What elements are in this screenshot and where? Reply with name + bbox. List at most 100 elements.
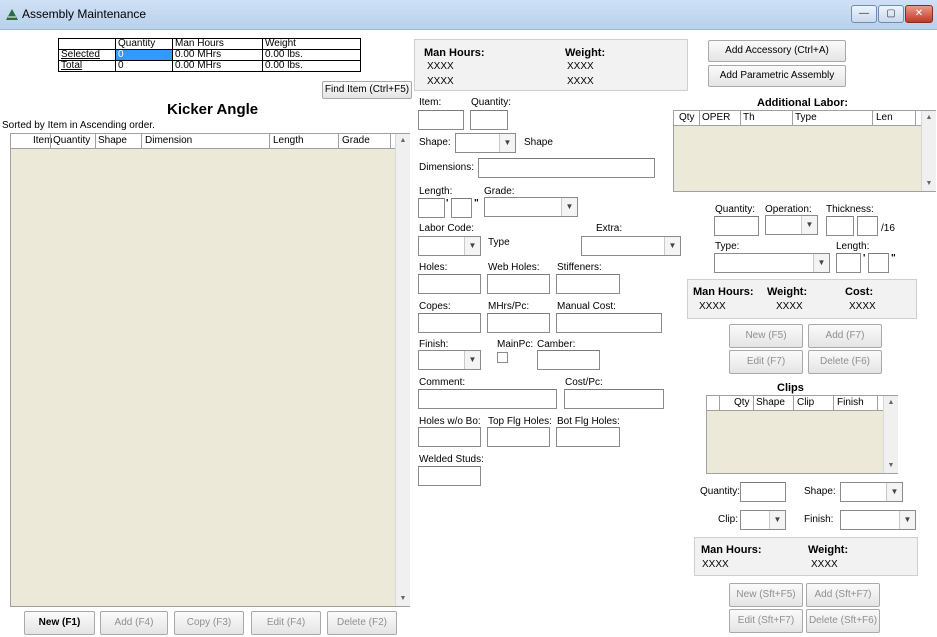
chevron-down-icon: ▼ (801, 216, 817, 234)
labor-length-inches-input[interactable] (868, 253, 889, 273)
extra-select[interactable]: ▼ (581, 236, 681, 256)
camber-input[interactable] (537, 350, 600, 370)
clip-shape-select[interactable]: ▼ (840, 482, 903, 502)
clips-column-clip[interactable]: Clip (797, 397, 814, 408)
cost-pc-input[interactable] (564, 389, 664, 409)
clips-weight-value: XXXX (811, 559, 838, 570)
labor-new-button[interactable]: New (F5) (729, 324, 803, 348)
clip-clip-label: Clip: (718, 514, 739, 525)
grade-select[interactable]: ▼ (484, 197, 578, 217)
labor-type-select[interactable]: ▼ (714, 253, 830, 273)
scroll-down-arrow-icon[interactable]: ▼ (396, 592, 410, 606)
clips-add-button[interactable]: Add (Sft+F7) (806, 583, 880, 607)
copy-item-button[interactable]: Copy (F3) (174, 611, 244, 635)
scroll-up-arrow-icon[interactable]: ▲ (884, 396, 898, 410)
labor-column-oper[interactable]: OPER (702, 112, 730, 123)
column-shape[interactable]: Shape (98, 135, 127, 146)
list-heading: Kicker Angle (167, 101, 259, 118)
labor-weight-label: Weight: (767, 286, 808, 298)
maximize-button[interactable]: ▢ (878, 5, 904, 23)
delete-item-button[interactable]: Delete (F2) (327, 611, 397, 635)
comment-input[interactable] (418, 389, 557, 409)
clip-clip-select[interactable]: ▼ (740, 510, 786, 530)
items-grid-scrollbar[interactable]: ▲ ▼ (395, 134, 410, 606)
add-accessory-button[interactable]: Add Accessory (Ctrl+A) (708, 40, 846, 62)
column-quantity[interactable]: Quantity (53, 135, 90, 146)
chevron-down-icon: ▼ (664, 237, 680, 255)
top-flg-holes-input[interactable] (487, 427, 550, 447)
welded-studs-label: Welded Studs: (419, 454, 484, 465)
quantity-input[interactable] (470, 110, 508, 130)
labor-quantity-label: Quantity: (715, 204, 756, 215)
labor-delete-button[interactable]: Delete (F6) (808, 350, 882, 374)
clips-column-finish[interactable]: Finish (837, 397, 864, 408)
sixteenths-text: /16 (881, 223, 895, 234)
clip-finish-select[interactable]: ▼ (840, 510, 916, 530)
dimensions-label: Dimensions: (419, 162, 475, 173)
scroll-up-arrow-icon[interactable]: ▲ (396, 134, 410, 148)
clips-edit-button[interactable]: Edit (Sft+F7) (729, 609, 803, 633)
stiffeners-input[interactable] (556, 274, 620, 294)
edit-item-button[interactable]: Edit (F4) (251, 611, 321, 635)
dimensions-input[interactable] (478, 158, 655, 178)
shape-select[interactable]: ▼ (455, 133, 516, 153)
mhrs-pc-input[interactable] (487, 313, 550, 333)
holes-input[interactable] (418, 274, 481, 294)
labor-length-feet-input[interactable] (836, 253, 861, 273)
labor-cost-value: XXXX (849, 301, 876, 312)
labor-add-button[interactable]: Add (F7) (808, 324, 882, 348)
labor-code-select[interactable]: ▼ (418, 236, 481, 256)
add-item-button[interactable]: Add (F4) (100, 611, 168, 635)
labor-inch-mark: " (891, 253, 896, 264)
extra-label: Extra: (596, 223, 623, 234)
labor-thickness-input-1[interactable] (826, 216, 854, 236)
camber-label: Camber: (537, 339, 576, 350)
add-parametric-assembly-button[interactable]: Add Parametric Assembly (708, 65, 846, 87)
clips-column-qty[interactable]: Qty (734, 397, 750, 408)
bot-flg-holes-input[interactable] (556, 427, 620, 447)
clips-grid[interactable]: Qty Shape Clip Finish ▲ ▼ (706, 395, 898, 474)
labor-operation-select[interactable]: ▼ (765, 215, 818, 235)
close-button[interactable]: ✕ (905, 5, 933, 23)
scroll-down-arrow-icon[interactable]: ▼ (884, 459, 898, 473)
holes-wo-bo-input[interactable] (418, 427, 481, 447)
column-dimension[interactable]: Dimension (145, 135, 192, 146)
labor-quantity-input[interactable] (714, 216, 759, 236)
copes-input[interactable] (418, 313, 481, 333)
labor-column-len[interactable]: Len (876, 112, 893, 123)
column-grade[interactable]: Grade (342, 135, 370, 146)
labor-column-qty[interactable]: Qty (679, 112, 695, 123)
scroll-up-arrow-icon[interactable]: ▲ (922, 111, 936, 125)
mainpc-checkbox[interactable] (497, 352, 508, 363)
welded-studs-input[interactable] (418, 466, 481, 486)
holes-label: Holes: (419, 262, 448, 273)
labor-column-th[interactable]: Th (743, 112, 755, 123)
clips-delete-button[interactable]: Delete (Sft+F6) (806, 609, 880, 633)
totals-manhours-value-2: XXXX (427, 76, 454, 87)
clip-quantity-input[interactable] (740, 482, 786, 502)
items-grid[interactable]: Item Quantity Shape Dimension Length Gra… (10, 133, 410, 607)
scroll-down-arrow-icon[interactable]: ▼ (922, 177, 936, 191)
additional-labor-heading: Additional Labor: (757, 97, 849, 109)
new-item-button[interactable]: New (F1) (24, 611, 95, 635)
column-length[interactable]: Length (273, 135, 304, 146)
summary-total-quantity: 0 (115, 60, 173, 72)
web-holes-label: Web Holes: (488, 262, 540, 273)
clips-column-shape[interactable]: Shape (756, 397, 785, 408)
manual-cost-input[interactable] (556, 313, 662, 333)
finish-select[interactable]: ▼ (418, 350, 481, 370)
length-inches-input[interactable] (451, 198, 472, 218)
labor-grid[interactable]: Qty OPER Th Type Len ▲ ▼ (673, 110, 936, 192)
item-input[interactable] (418, 110, 464, 130)
length-feet-input[interactable] (418, 198, 445, 218)
minimize-button[interactable]: — (851, 5, 877, 23)
labor-thickness-input-2[interactable] (857, 216, 878, 236)
inch-mark: " (474, 198, 479, 209)
clips-grid-scrollbar[interactable]: ▲ ▼ (883, 396, 898, 473)
labor-column-type[interactable]: Type (795, 112, 817, 123)
labor-grid-scrollbar[interactable]: ▲ ▼ (921, 111, 936, 191)
clips-new-button[interactable]: New (Sft+F5) (729, 583, 803, 607)
labor-edit-button[interactable]: Edit (F7) (729, 350, 803, 374)
web-holes-input[interactable] (487, 274, 550, 294)
find-item-button[interactable]: Find Item (Ctrl+F5) (322, 81, 412, 99)
